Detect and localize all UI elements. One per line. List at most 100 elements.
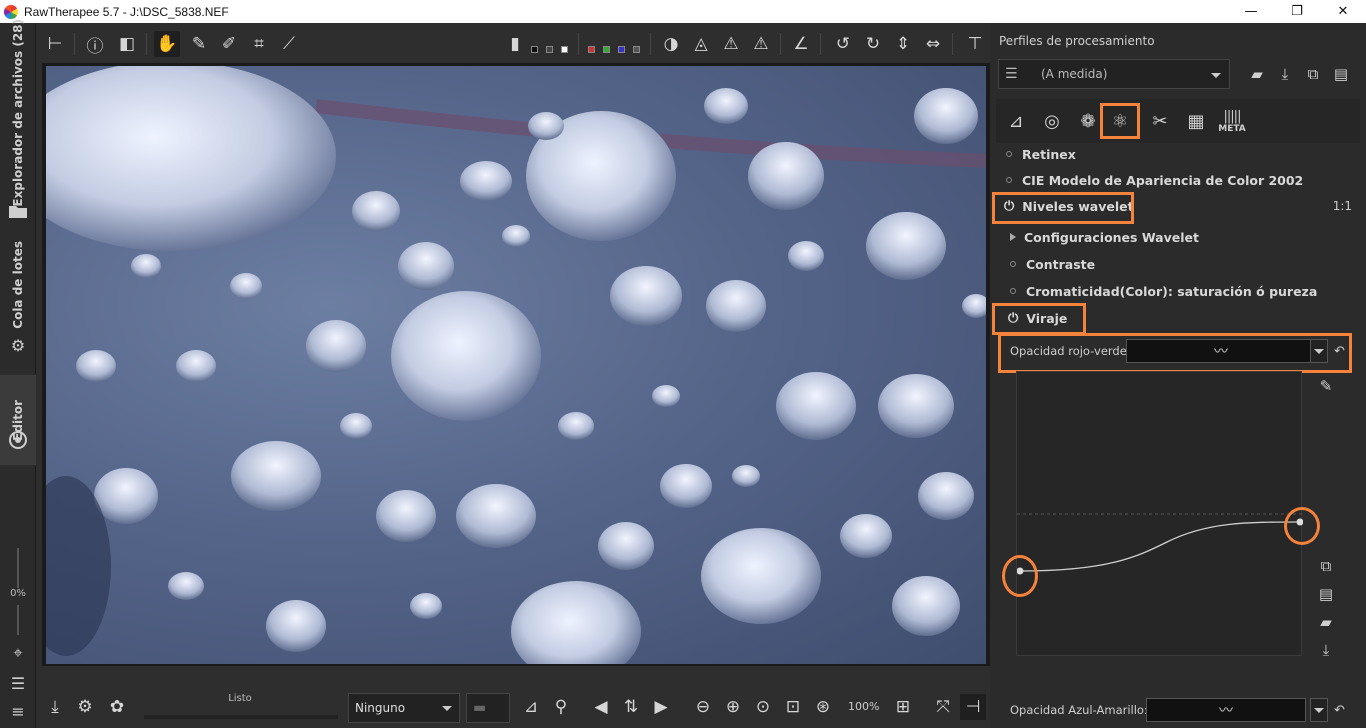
rotate-left-icon[interactable]: ↺ <box>830 31 856 57</box>
crop-icon[interactable]: ⌗ <box>246 31 272 57</box>
folder-icon[interactable] <box>6 199 30 223</box>
red-green-label: Opacidad rojo-verde: <box>1010 344 1131 358</box>
filter-combo[interactable]: Ninguno <box>348 693 460 723</box>
copy-profile-icon[interactable]: ⧉ <box>1300 61 1326 87</box>
ciecam-item[interactable]: CIE Modelo de Apariencia de Color 2002 <box>1006 167 1366 193</box>
red-green-curve-combo[interactable]: 〰 <box>1126 339 1316 363</box>
tab-file-browser[interactable]: Explorador de archivos (28) <box>0 19 36 207</box>
flip-horizontal-icon[interactable]: ⇔ <box>920 31 946 57</box>
blue-yellow-dropdown[interactable] <box>1310 698 1328 722</box>
curve-paste-icon[interactable]: ▤ <box>1314 583 1338 605</box>
tab-file-browser-label: Explorador de archivos (28) <box>11 19 25 207</box>
image-preview[interactable] <box>46 66 986 664</box>
blue-yellow-opacity-row: Opacidad Azul-Amarillo: 〰 ↶ <box>1004 695 1360 725</box>
chroma-item[interactable]: Cromaticidad(Color): saturación ó pureza <box>1010 278 1366 304</box>
hide-top-panel-icon[interactable]: ⊤ <box>962 31 988 57</box>
metadata-tab-icon[interactable]: ||||| META <box>1212 103 1252 139</box>
hamburger-menu-icon[interactable]: ≡ <box>6 699 30 723</box>
history-slider-track-lower[interactable] <box>17 605 19 635</box>
retinex-item[interactable]: Retinex <box>1006 141 1366 167</box>
toning-item[interactable]: ⏻ Viraje <box>1008 305 1366 331</box>
straighten-icon[interactable]: ⟋ <box>276 31 302 57</box>
save-profile-icon[interactable]: ⤓ <box>1272 61 1298 87</box>
bg-black-swatch[interactable] <box>531 46 538 53</box>
histogram-filter-icon[interactable]: ⚲ <box>548 694 574 720</box>
send-to-editor-icon[interactable]: ⌖ <box>6 641 30 665</box>
flip-vertical-icon[interactable]: ⇕ <box>890 31 916 57</box>
shadows-warning-icon[interactable]: ⚠ <box>748 31 774 57</box>
zoom-fit-crop-icon[interactable]: ⊡ <box>780 694 806 720</box>
tab-batch-queue[interactable]: Cola de lotes <box>0 241 36 329</box>
filter-combo-value: Ninguno <box>355 701 406 715</box>
rotate-right-icon[interactable]: ↻ <box>860 31 886 57</box>
preview-background-icon[interactable]: ▮ <box>508 31 522 57</box>
save-image-icon[interactable]: ⤓ <box>42 694 68 720</box>
profile-combo[interactable]: ☰ (A medida) <box>998 59 1230 89</box>
batch-stack-icon[interactable]: ⊿ <box>518 694 544 720</box>
fullscreen-icon[interactable]: ⤧ <box>930 694 956 720</box>
detail-tab-icon[interactable]: ◎ <box>1032 103 1072 139</box>
contrast-item[interactable]: Contraste <box>1010 251 1366 277</box>
hide-left-panel-icon[interactable]: ⊢ <box>42 31 68 57</box>
before-after-icon[interactable]: ◧ <box>114 31 140 57</box>
gears-icon[interactable]: ⚙ <box>6 333 30 357</box>
snapshot-combo[interactable]: ▬ <box>466 693 510 723</box>
curve-save-icon[interactable]: ⤓ <box>1314 639 1338 661</box>
white-balance-picker-icon[interactable]: ✐ <box>216 31 242 57</box>
wavelet-settings-item[interactable]: Configuraciones Wavelet <box>1010 224 1366 250</box>
new-detail-window-icon[interactable]: ⊞ <box>890 694 916 720</box>
previous-image-icon[interactable]: ◀ <box>588 694 614 720</box>
curve-picker-icon[interactable]: ✎ <box>1314 375 1338 397</box>
window-title: RawTherapee 5.7 - J:\DSC_5838.NEF <box>24 4 229 19</box>
zoom-out-icon[interactable]: ⊖ <box>690 694 716 720</box>
highlights-warning-icon[interactable]: ⚠ <box>718 31 744 57</box>
left-tab-bar: Explorador de archivos (28) Cola de lote… <box>0 19 36 728</box>
edit-external-icon[interactable]: ✿ <box>104 694 130 720</box>
tool-tabs: ⊿ ◎ ❁ ⚛ ✂ ▦ ||||| META <box>996 99 1360 143</box>
reset-icon[interactable]: ↶ <box>1334 703 1345 718</box>
curve-editor[interactable] <box>1016 371 1304 656</box>
color-picker-icon[interactable]: ✎ <box>186 31 212 57</box>
minimize-button[interactable]: — <box>1228 0 1274 23</box>
history-slider-track[interactable] <box>17 548 19 588</box>
hand-tool-icon[interactable]: ✋ <box>154 31 180 57</box>
curve-copy-icon[interactable]: ⧉ <box>1314 555 1338 577</box>
open-profile-icon[interactable]: ▰ <box>1244 61 1270 87</box>
raw-tab-icon[interactable]: ▦ <box>1176 103 1216 139</box>
queue-gear-icon[interactable]: ⚙ <box>72 694 98 720</box>
close-button[interactable]: ✕ <box>1320 0 1366 23</box>
transform-tab-icon[interactable]: ✂ <box>1140 103 1180 139</box>
sync-arrows-icon[interactable]: ⇅ <box>618 694 644 720</box>
reset-icon[interactable]: ↶ <box>1334 344 1345 359</box>
hide-right-panel-icon[interactable]: ⊣ <box>960 694 986 720</box>
power-icon[interactable]: ⏻ <box>1008 311 1018 326</box>
paste-profile-icon[interactable]: ▤ <box>1328 61 1354 87</box>
exposure-tab-icon[interactable]: ⊿ <box>996 103 1036 139</box>
bottom-toolbar: ⤓ ⚙ ✿ Listo Ninguno ▬ ⊿ ⚲ ◀ ⇅ ▶ ⊖ ⊕ ⊙ ⊡ … <box>36 686 990 728</box>
zoom-fit-icon[interactable]: ⊙ <box>750 694 776 720</box>
zoom-in-icon[interactable]: ⊕ <box>720 694 746 720</box>
channel-red-swatch[interactable] <box>588 46 595 53</box>
blue-yellow-curve-combo[interactable]: 〰 <box>1146 698 1306 722</box>
maximize-button[interactable]: ❐ <box>1274 0 1320 23</box>
channel-blue-swatch[interactable] <box>618 46 625 53</box>
aperture-icon[interactable] <box>6 428 30 452</box>
wavelet-settings-label: Configuraciones Wavelet <box>1024 229 1199 245</box>
channel-luminance-swatch[interactable] <box>633 46 640 53</box>
channel-green-swatch[interactable] <box>603 46 610 53</box>
shadows-clip-icon[interactable]: ◬ <box>688 31 714 57</box>
gamut-icon[interactable]: ∠ <box>788 31 814 57</box>
info-icon[interactable]: ⓘ <box>82 31 108 57</box>
red-green-dropdown[interactable] <box>1310 339 1328 363</box>
curve-open-icon[interactable]: ▰ <box>1314 611 1338 633</box>
advanced-tab-icon[interactable]: ⚛ <box>1100 103 1140 139</box>
bg-dark-swatch[interactable] <box>546 46 553 53</box>
sliders-icon[interactable]: ☰ <box>6 671 30 695</box>
snapshot-icon: ▬ <box>473 700 487 716</box>
next-image-icon[interactable]: ▶ <box>648 694 674 720</box>
bg-white-swatch[interactable] <box>561 46 568 53</box>
focus-mask-icon[interactable]: ◑ <box>658 31 684 57</box>
chroma-label: Cromaticidad(Color): saturación ó pureza <box>1026 283 1318 299</box>
zoom-100-icon[interactable]: ⊛ <box>810 694 836 720</box>
expand-arrow-icon <box>1010 233 1016 241</box>
